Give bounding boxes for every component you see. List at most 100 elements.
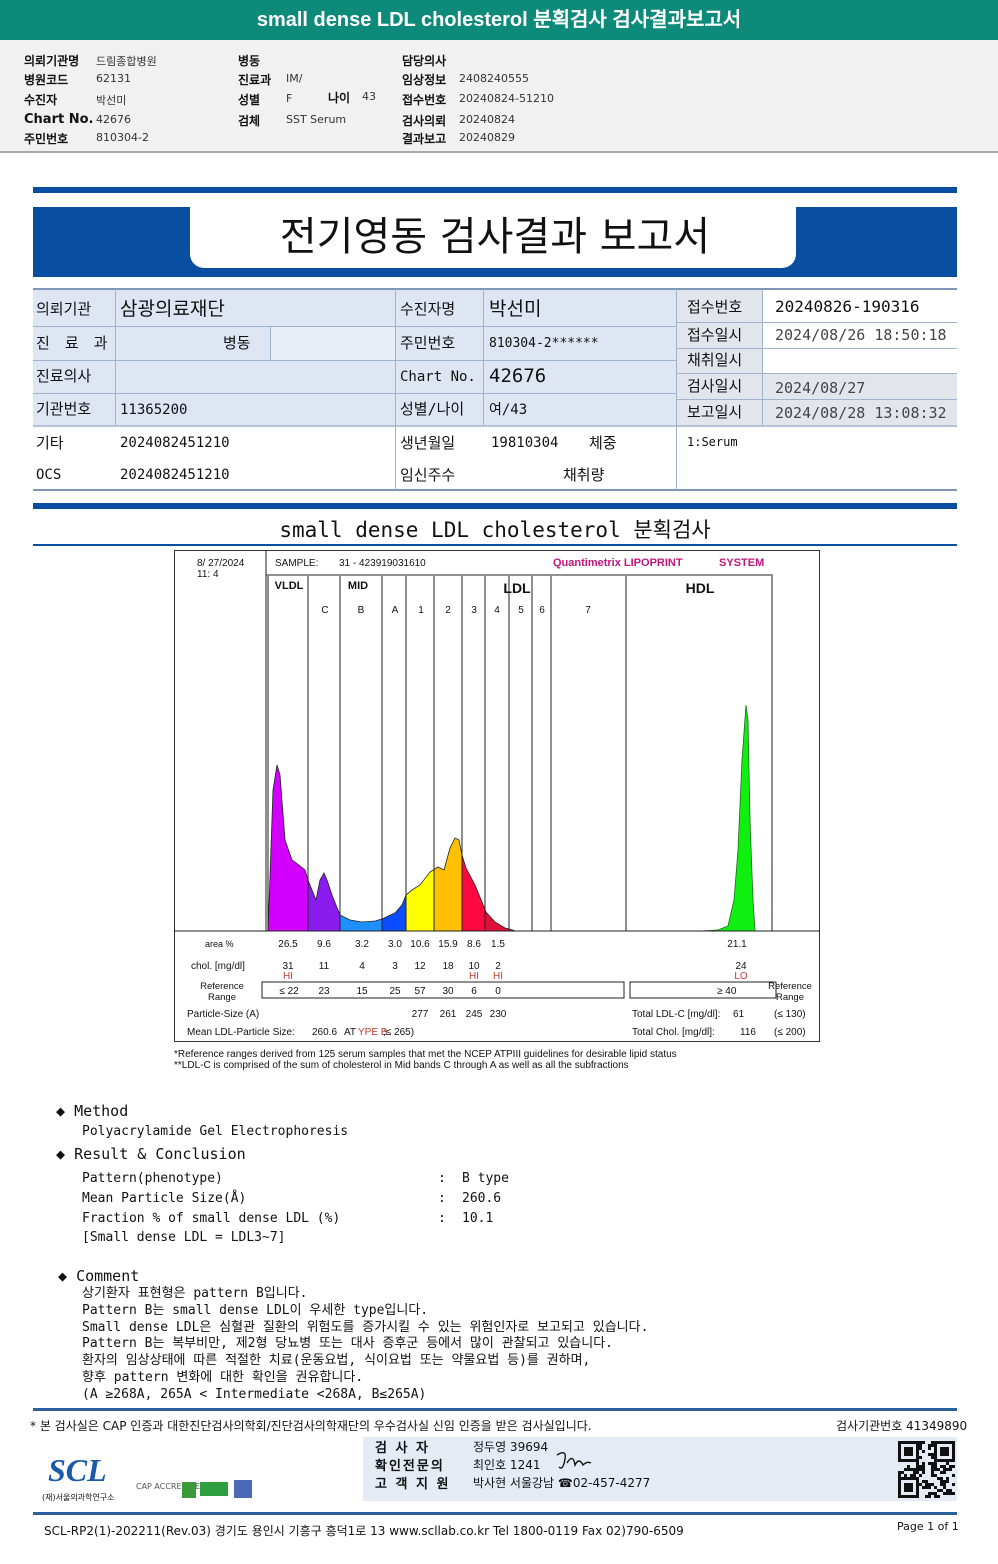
sample-label: SAMPLE:	[275, 558, 319, 569]
chart-label: Chart No.	[400, 368, 476, 385]
chol-value: 12	[414, 961, 426, 972]
age-label: 나이	[328, 91, 351, 105]
tester-value: 정두영 39694	[473, 1440, 549, 1454]
band-label: 1	[418, 605, 424, 616]
report-dt-label: 보고일시	[687, 402, 743, 421]
doctor-label: 진료의사	[36, 367, 92, 385]
diamond-icon: ◆	[56, 1102, 66, 1120]
row-label-ref: Reference Range	[200, 981, 244, 1003]
ocs-label: OCS	[36, 467, 62, 483]
sexage-value: 여/43	[489, 401, 528, 418]
tester-label: 검 사 자	[375, 1441, 430, 1456]
result-title: Result & Conclusion	[74, 1145, 246, 1163]
info-value: 20240824	[459, 113, 515, 126]
preg-label: 임신주수	[400, 465, 456, 484]
info-label: 임상정보	[402, 73, 447, 87]
info-label: 결과보고	[402, 132, 447, 146]
band-label: 6	[539, 605, 545, 616]
area-pct-value: 26.5	[278, 939, 298, 950]
mean-size-value: 260.6	[312, 1027, 338, 1038]
comment-line: 환자의 임상상태에 따른 적절한 치료(운동요법, 식이요법 또는 약물요법 등…	[82, 1353, 591, 1369]
result-value: B type	[462, 1171, 509, 1186]
area-pct-value: 3.2	[355, 939, 369, 950]
total-ldl-ref: (≤ 130)	[774, 1009, 806, 1020]
ref-value: ≤ 22	[279, 986, 299, 997]
signature-box: 검 사 자 정두영 39694 확인전문의 최인호 1241 고 객 지 원 박…	[363, 1437, 957, 1501]
confirm-label: 확인전문의	[375, 1459, 445, 1474]
info-label: 담당의사	[402, 54, 447, 68]
qr-code-icon	[898, 1441, 955, 1498]
brand-name: Quantimetrix LIPOPRINT	[553, 557, 683, 569]
specimen-value: 1:Serum	[687, 435, 738, 449]
support-label: 고 객 지 원	[375, 1477, 451, 1492]
info-label: 접수번호	[402, 93, 447, 107]
inst-no-value: 11365200	[120, 401, 188, 418]
info-label: 진료과	[238, 73, 272, 87]
info-label: 검사의뢰	[402, 114, 447, 128]
dept-label: 진 료 과	[36, 333, 111, 352]
chart-date: 8/ 27/2024	[197, 558, 245, 569]
band-label: 2	[445, 605, 451, 616]
reference-range-box-hdl	[629, 981, 777, 999]
row-label-chol: chol. [mg/dl]	[191, 961, 245, 972]
total-chol-label: Total Chol. [mg/dl]:	[632, 1027, 715, 1038]
comment-line: Pattern B는 small dense LDL이 우세한 type입니다.	[82, 1302, 429, 1318]
band-label: C	[321, 605, 329, 616]
method-title: Method	[74, 1102, 129, 1120]
chart-time: 11: 4	[197, 569, 219, 580]
weight-label: 체중	[589, 433, 617, 452]
page-number: Page 1 of 1	[897, 1520, 959, 1533]
footnote: *Reference ranges derived from 125 serum…	[174, 1049, 677, 1060]
order-info-panel: 나이 43 의뢰기관명 드림종합병원 병원코드 62131 수진자 박선미 Chart No…	[0, 40, 998, 153]
hdl-area-pct: 21.1	[727, 939, 747, 950]
fraction-area-vldl	[268, 765, 308, 931]
report-title: 전기영동 검사결과 보고서	[279, 214, 711, 260]
band-label: 4	[494, 605, 500, 616]
hdl-ref: ≥ 40	[717, 986, 737, 997]
report-dt-value: 2024/08/28 13:08:32	[775, 403, 947, 422]
certification-logo	[182, 1482, 196, 1498]
dob-label: 생년월일	[400, 433, 456, 452]
comment-line: Pattern B는 복부비만, 제2형 당뇨병 또는 대사 증후군 등에서 많…	[82, 1336, 613, 1352]
result-separator: :	[438, 1211, 446, 1226]
row-label-ref-right: Reference Range	[768, 981, 812, 1003]
chol-value: 4	[359, 961, 365, 972]
fraction-area-hdl	[699, 704, 756, 932]
band-label: 7	[585, 605, 591, 616]
signature-image	[556, 1452, 592, 1469]
electrophoresis-chart: 8/ 27/2024 11: 4 SAMPLE: 31 - 423919031610 Q…	[174, 550, 820, 1042]
certification-logo	[200, 1482, 228, 1496]
info-label: 병동	[238, 54, 261, 68]
institution-value: 삼광의료재단	[120, 297, 225, 320]
particle-size-value: 261	[439, 1009, 457, 1020]
lab-number: 검사기관번호 41349890	[836, 1419, 968, 1433]
chol-value: 3	[392, 961, 398, 972]
area-pct-value: 9.6	[317, 939, 331, 950]
info-label: 주민번호	[24, 132, 69, 146]
row-label-mean: Mean LDL-Particle Size:	[187, 1027, 295, 1038]
rrn-value: 810304-2******	[489, 335, 599, 351]
comment-title: Comment	[76, 1267, 140, 1285]
particle-size-value: 277	[411, 1009, 429, 1020]
footnote: **LDL-C is comprised of the sum of chole…	[174, 1060, 629, 1071]
divider	[33, 187, 957, 193]
inst-no-label: 기관번호	[36, 400, 92, 418]
method-text: Polyacrylamide Gel Electrophoresis	[82, 1124, 349, 1139]
info-label: 병원코드	[24, 73, 69, 87]
hdl-flag: LO	[734, 971, 748, 982]
test-dt-label: 검사일시	[687, 376, 743, 395]
total-ldl-value: 61	[733, 1009, 745, 1020]
result-label: Pattern(phenotype)	[82, 1171, 223, 1186]
area-pct-value: 15.9	[438, 939, 458, 950]
mean-type-prefix: AT	[344, 1027, 357, 1038]
divider	[33, 1512, 957, 1515]
ref-value: 0	[495, 986, 501, 997]
result-value: 10.1	[462, 1211, 494, 1226]
flag-badge: HI	[283, 971, 293, 982]
certification-logo	[234, 1480, 252, 1498]
ref-value: 6	[471, 986, 477, 997]
area-pct-value: 10.6	[410, 939, 430, 950]
group-label: HDL	[685, 580, 715, 596]
patient-label: 수진자명	[400, 299, 456, 318]
flag-badge: HI	[493, 971, 503, 982]
